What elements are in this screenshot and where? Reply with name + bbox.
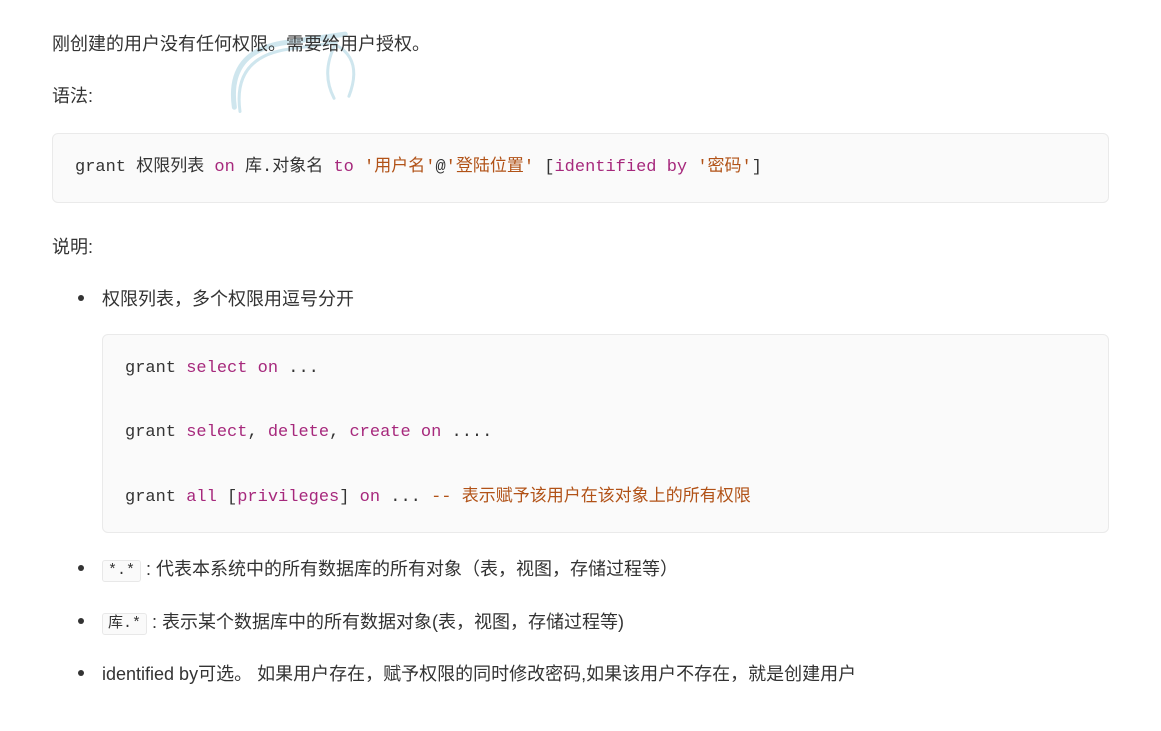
code-token: [ (217, 488, 237, 507)
code-token-keyword: identified (554, 158, 656, 177)
code-token-string: '密码' (697, 158, 751, 177)
code-token-comment: -- (431, 488, 462, 507)
code-token-keyword: on (411, 423, 442, 442)
code-token (354, 158, 364, 177)
bullet-list: 权限列表，多个权限用逗号分开 grant select on ... grant… (52, 283, 1109, 690)
list-item: 权限列表，多个权限用逗号分开 grant select on ... grant… (82, 283, 1109, 533)
code-token: grant (125, 423, 186, 442)
paragraph-intro: 刚创建的用户没有任何权限。需要给用户授权。 (52, 28, 1109, 60)
code-token-keyword: delete (268, 423, 329, 442)
code-token-keyword: by (667, 158, 687, 177)
code-token: 库.对象名 (235, 158, 334, 177)
code-token-keyword: on (247, 359, 278, 378)
code-token-comment: 表示赋予该用户在该对象上的所有权限 (462, 488, 751, 507)
code-block-grant-examples: grant select on ... grant select, delete… (102, 334, 1109, 533)
inline-code: 库.* (102, 613, 147, 635)
list-item-text: identified by可选。 如果用户存在，赋予权限的同时修改密码,如果该用… (102, 664, 856, 684)
code-token (687, 158, 697, 177)
code-block-grant-syntax: grant 权限列表 on 库.对象名 to '用户名'@'登陆位置' [ide… (52, 133, 1109, 203)
code-token-keyword: to (333, 158, 353, 177)
code-token-keyword: select (186, 423, 247, 442)
code-token-keyword: all (186, 488, 217, 507)
code-token (657, 158, 667, 177)
code-token-string: '用户名' (364, 158, 435, 177)
list-item: identified by可选。 如果用户存在，赋予权限的同时修改密码,如果该用… (82, 658, 1109, 690)
code-token: grant (125, 359, 186, 378)
code-token: , (329, 423, 349, 442)
code-token: grant (75, 158, 126, 177)
code-token-keyword: select (186, 359, 247, 378)
code-token: ... (380, 488, 431, 507)
list-item-text: : 表示某个数据库中的所有数据对象(表，视图，存储过程等) (147, 612, 624, 632)
code-token: ... (278, 359, 319, 378)
code-token: ] (752, 158, 762, 177)
label-explain: 说明: (52, 231, 1109, 263)
code-token: @ (435, 158, 445, 177)
code-token-keyword: on (214, 158, 234, 177)
code-token: ] (339, 488, 359, 507)
list-item-text: : 代表本系统中的所有数据库的所有对象（表，视图，存储过程等） (141, 559, 678, 579)
code-token-string: '登陆位置' (446, 158, 534, 177)
code-token: , (247, 423, 267, 442)
code-token-keyword: on (360, 488, 380, 507)
code-token: grant (125, 488, 186, 507)
code-token: .... (441, 423, 492, 442)
code-token-keyword: privileges (237, 488, 339, 507)
code-token-keyword: create (349, 423, 410, 442)
label-syntax: 语法: (52, 80, 1109, 112)
list-item: 库.* : 表示某个数据库中的所有数据对象(表，视图，存储过程等) (82, 606, 1109, 638)
code-token: 权限列表 (126, 158, 214, 177)
code-token: [ (534, 158, 554, 177)
list-item-text: 权限列表，多个权限用逗号分开 (102, 289, 354, 309)
inline-code: *.* (102, 560, 141, 582)
list-item: *.* : 代表本系统中的所有数据库的所有对象（表，视图，存储过程等） (82, 553, 1109, 585)
